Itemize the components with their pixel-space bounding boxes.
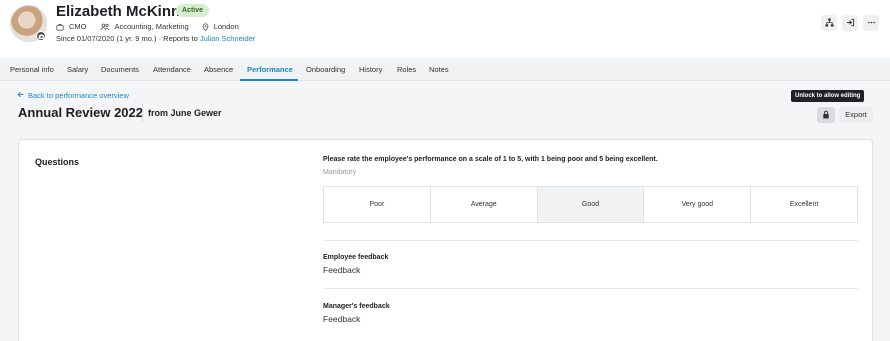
tab-performance[interactable]: Performance: [240, 58, 298, 81]
divider: [323, 240, 858, 241]
employee-meta: CMO Accounting, Marketing London: [56, 22, 239, 31]
rating-option-poor[interactable]: Poor: [324, 187, 431, 222]
questions-card: Questions Please rate the employee's per…: [18, 139, 873, 341]
status-badge: Active: [176, 4, 210, 17]
unlock-tooltip: Unlock to allow editing: [791, 90, 865, 102]
org-chart-button[interactable]: [821, 15, 837, 31]
rating-option-excellent[interactable]: Excellent: [751, 187, 857, 222]
profile-header: Elizabeth McKinnon Active CMO Accounting…: [0, 0, 890, 58]
location-text: London: [213, 22, 239, 31]
tab-personal-info[interactable]: Personal info: [10, 58, 54, 81]
employment-info: Since 01/07/2020 (1 yr. 9 mo.) · Reports…: [56, 34, 255, 43]
tab-roles[interactable]: Roles: [397, 58, 416, 81]
rating-option-good[interactable]: Good: [537, 187, 645, 222]
more-icon: [867, 14, 876, 32]
rating-option-average[interactable]: Average: [431, 187, 538, 222]
employee-feedback-value[interactable]: Feedback: [323, 265, 360, 275]
mandatory-label: Mandatory: [323, 169, 357, 176]
tab-salary[interactable]: Salary: [67, 58, 88, 81]
rating-scale: Poor Average Good Very good Excellent: [323, 186, 858, 223]
back-link[interactable]: Back to performance overview: [17, 91, 129, 100]
arrow-left-icon: [17, 91, 24, 100]
location-pin-icon: [202, 22, 209, 31]
org-chart-icon: [824, 14, 834, 32]
tab-absence[interactable]: Absence: [204, 58, 233, 81]
rating-option-very-good[interactable]: Very good: [644, 187, 752, 222]
role-text: CMO: [69, 22, 87, 31]
export-button[interactable]: Export: [839, 107, 873, 123]
briefcase-icon: [56, 23, 64, 31]
departments-text: Accounting, Marketing: [114, 22, 189, 31]
tab-attendance[interactable]: Attendance: [153, 58, 191, 81]
profile-tabs: Personal info Salary Documents Attendanc…: [0, 58, 890, 81]
lock-icon: [822, 106, 830, 124]
lock-button[interactable]: [817, 107, 835, 123]
tab-documents[interactable]: Documents: [101, 58, 139, 81]
reports-to-link[interactable]: Julian Schneider: [200, 34, 255, 43]
team-icon: [100, 23, 110, 31]
since-text: Since 01/07/2020 (1 yr. 9 mo.): [56, 34, 157, 43]
back-link-label: Back to performance overview: [28, 91, 129, 100]
manager-feedback-label: Manager's feedback: [323, 303, 390, 310]
tab-history[interactable]: History: [359, 58, 382, 81]
reviewer-label: from June Gewer: [142, 104, 222, 122]
tab-notes[interactable]: Notes: [429, 58, 449, 81]
rating-prompt: Please rate the employee's performance o…: [323, 156, 658, 163]
divider: [323, 288, 858, 289]
tab-onboarding[interactable]: Onboarding: [306, 58, 345, 81]
sign-in-button[interactable]: [842, 15, 858, 31]
reports-to-label: · Reports to: [158, 34, 198, 43]
sign-in-icon: [846, 14, 855, 32]
camera-icon[interactable]: [36, 31, 46, 41]
page-title: Annual Review 2022: [18, 105, 143, 120]
more-button[interactable]: [863, 15, 879, 31]
employee-feedback-label: Employee feedback: [323, 254, 389, 261]
manager-feedback-value[interactable]: Feedback: [323, 314, 360, 324]
questions-heading: Questions: [35, 157, 80, 167]
